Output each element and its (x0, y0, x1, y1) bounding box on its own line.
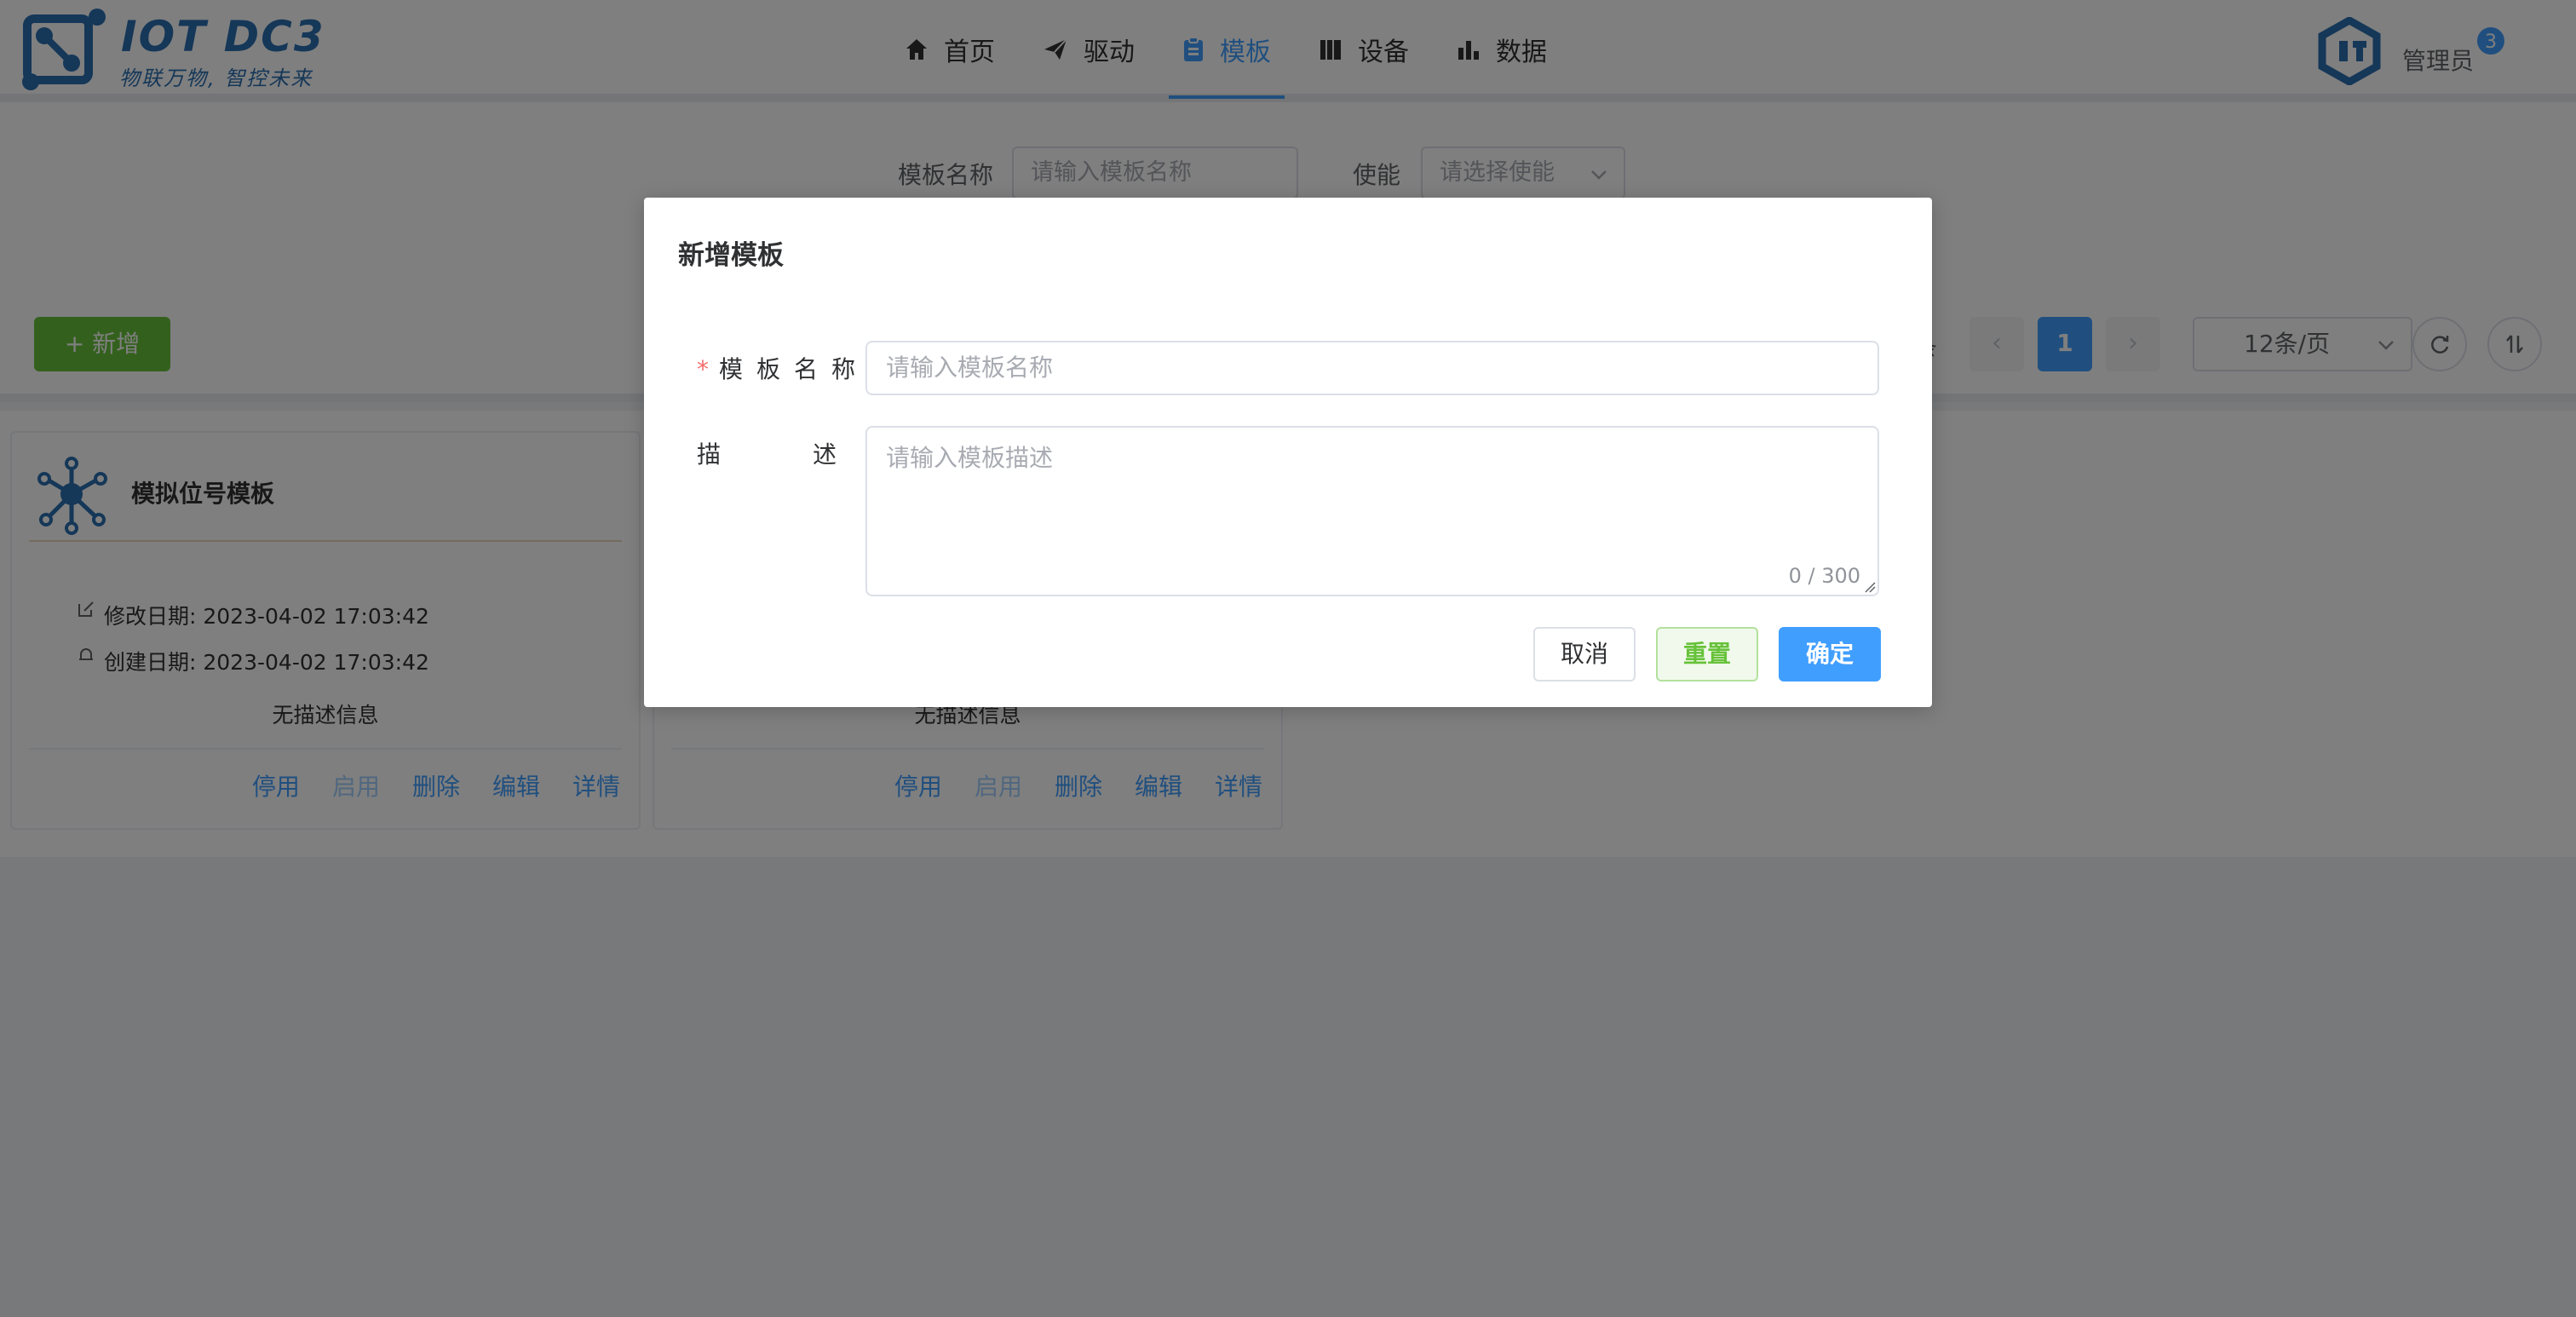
template-desc-placeholder: 请输入模板描述 (886, 444, 1054, 472)
template-name-input[interactable]: 请输入模板名称 (865, 341, 1879, 395)
template-name-placeholder: 请输入模板名称 (886, 354, 1054, 382)
template-desc-textarea[interactable]: 请输入模板描述 0 / 300 (865, 426, 1879, 596)
template-name-label: * 模板名称 (697, 351, 869, 385)
cancel-button[interactable]: 取消 (1533, 627, 1636, 682)
char-counter: 0 / 300 (1788, 564, 1860, 588)
dialog-title: 新增模板 (678, 240, 784, 271)
add-template-dialog: 新增模板 * 模板名称 请输入模板名称 描述 请输入模板描述 0 / 300 取消… (644, 198, 1932, 707)
reset-button[interactable]: 重置 (1656, 627, 1758, 682)
required-mark: * (697, 355, 709, 383)
resize-handle-icon[interactable] (1862, 579, 1876, 593)
template-name-label-text: 模板名称 (719, 355, 870, 383)
confirm-button[interactable]: 确定 (1779, 627, 1881, 682)
